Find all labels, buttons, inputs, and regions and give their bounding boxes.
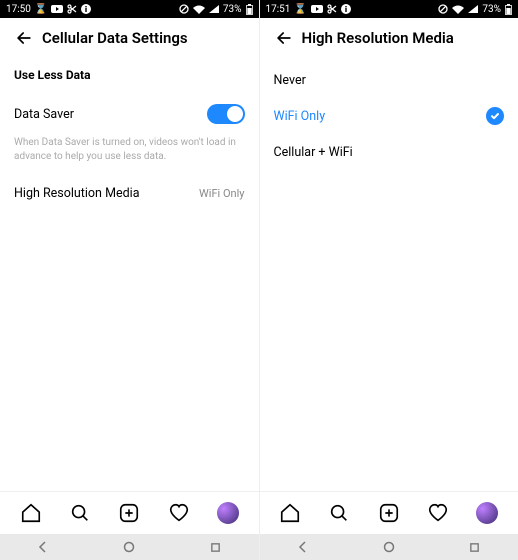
tab-search[interactable] xyxy=(65,498,95,528)
arrow-left-icon xyxy=(274,28,294,48)
android-nav-bar xyxy=(260,534,518,560)
status-bar: 17:50 ⌛ 73% xyxy=(0,0,259,18)
battery-icon xyxy=(246,4,253,15)
data-saver-toggle[interactable] xyxy=(207,104,245,124)
nav-back[interactable] xyxy=(23,537,63,557)
tab-search[interactable] xyxy=(324,498,354,528)
info-icon xyxy=(81,4,91,14)
option-label: Cellular + WiFi xyxy=(274,145,353,160)
section-title: Use Less Data xyxy=(14,68,245,82)
dnd-icon xyxy=(179,4,189,14)
option-cellular-wifi[interactable]: Cellular + WiFi xyxy=(274,134,505,170)
home-icon xyxy=(20,502,42,524)
phone-left: 17:50 ⌛ 73% Cellular Data Settings Use L… xyxy=(0,0,260,560)
back-button[interactable] xyxy=(10,24,38,52)
nav-recent[interactable] xyxy=(195,537,235,557)
tab-create[interactable] xyxy=(114,498,144,528)
tab-profile[interactable] xyxy=(472,498,502,528)
home-icon xyxy=(279,502,301,524)
bottom-tabs xyxy=(260,491,518,534)
option-label: WiFi Only xyxy=(274,109,326,124)
battery-icon xyxy=(505,4,512,15)
tab-profile[interactable] xyxy=(213,498,243,528)
heart-icon xyxy=(168,502,190,524)
tab-home[interactable] xyxy=(275,498,305,528)
battery-pct: 73% xyxy=(223,4,242,15)
check-icon xyxy=(490,111,500,121)
arrow-left-icon xyxy=(14,28,34,48)
option-label: Never xyxy=(274,73,306,88)
tab-activity[interactable] xyxy=(423,498,453,528)
dnd-icon xyxy=(438,4,448,14)
header-bar: Cellular Data Settings xyxy=(0,18,259,58)
data-saver-help: When Data Saver is turned on, videos won… xyxy=(14,136,245,163)
status-time: 17:51 xyxy=(266,4,291,15)
chevron-left-icon xyxy=(37,541,49,553)
circle-icon xyxy=(383,541,395,553)
signal-icon xyxy=(209,5,219,13)
phone-right: 17:51 ⌛ 73% High Resolution Media Never … xyxy=(260,0,518,560)
avatar xyxy=(217,502,239,524)
data-saver-row[interactable]: Data Saver xyxy=(14,96,245,132)
status-right: 73% xyxy=(179,4,253,15)
search-icon xyxy=(69,502,91,524)
status-bar: 17:51 ⌛ 73% xyxy=(260,0,518,18)
search-icon xyxy=(328,502,350,524)
battery-pct: 73% xyxy=(482,4,501,15)
back-button[interactable] xyxy=(270,24,298,52)
avatar xyxy=(476,502,498,524)
content-left: Use Less Data Data Saver When Data Saver… xyxy=(0,58,259,491)
status-left: 17:50 ⌛ xyxy=(6,4,91,15)
nav-back[interactable] xyxy=(283,537,323,557)
hourglass-icon: ⌛ xyxy=(294,4,306,15)
nav-home[interactable] xyxy=(109,537,149,557)
square-icon xyxy=(210,542,221,553)
wifi-icon xyxy=(193,5,205,14)
nav-home[interactable] xyxy=(369,537,409,557)
status-time: 17:50 xyxy=(6,4,31,15)
youtube-icon xyxy=(311,5,323,13)
bottom-tabs xyxy=(0,491,259,534)
info-icon xyxy=(341,4,351,14)
scissors-icon xyxy=(67,4,77,14)
plus-square-icon xyxy=(378,502,400,524)
header-bar: High Resolution Media xyxy=(260,18,518,58)
circle-icon xyxy=(123,541,135,553)
tab-create[interactable] xyxy=(374,498,404,528)
high-res-value: WiFi Only xyxy=(199,187,244,200)
content-right: Never WiFi Only Cellular + WiFi xyxy=(260,58,518,491)
nav-recent[interactable] xyxy=(455,537,495,557)
signal-icon xyxy=(468,5,478,13)
option-never[interactable]: Never xyxy=(274,62,505,98)
high-res-label: High Resolution Media xyxy=(14,186,140,201)
tab-activity[interactable] xyxy=(164,498,194,528)
status-right: 73% xyxy=(438,4,512,15)
chevron-left-icon xyxy=(297,541,309,553)
tab-home[interactable] xyxy=(16,498,46,528)
data-saver-label: Data Saver xyxy=(14,107,74,122)
page-title: Cellular Data Settings xyxy=(42,29,188,47)
plus-square-icon xyxy=(118,502,140,524)
option-wifi-only[interactable]: WiFi Only xyxy=(274,98,505,134)
scissors-icon xyxy=(327,4,337,14)
heart-icon xyxy=(427,502,449,524)
android-nav-bar xyxy=(0,534,259,560)
youtube-icon xyxy=(51,5,63,13)
selected-check xyxy=(486,107,504,125)
toggle-knob xyxy=(227,106,243,122)
status-left: 17:51 ⌛ xyxy=(266,4,351,15)
wifi-icon xyxy=(452,5,464,14)
hourglass-icon: ⌛ xyxy=(35,4,47,15)
square-icon xyxy=(469,542,480,553)
high-res-row[interactable]: High Resolution Media WiFi Only xyxy=(14,175,245,211)
page-title: High Resolution Media xyxy=(302,29,454,47)
